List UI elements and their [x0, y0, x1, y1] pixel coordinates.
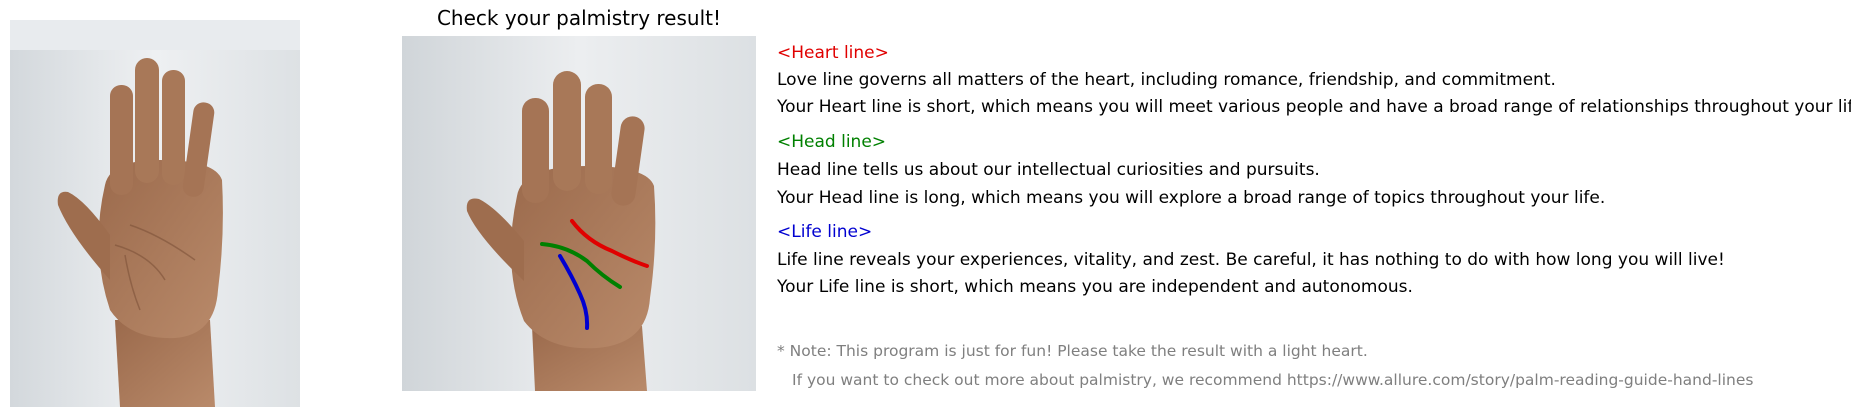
palm-illustration-annotated [402, 36, 756, 391]
fun-disclaimer-note: * Note: This program is just for fun! Pl… [777, 342, 1368, 360]
heart-line-result: Your Heart line is short, which means yo… [777, 97, 1851, 117]
head-line-result: Your Head line is long, which means you … [777, 188, 1606, 208]
palm-photo-annotated [402, 36, 756, 391]
heart-line-heading: <Heart line> [777, 43, 889, 63]
head-line-heading: <Head line> [777, 132, 887, 152]
palm-photo-original [10, 20, 300, 407]
head-line-description: Head line tells us about our intellectua… [777, 160, 1320, 180]
palm-illustration [10, 20, 300, 407]
palmistry-reference-note: If you want to check out more about palm… [792, 371, 1754, 389]
page-title: Check your palmistry result! [436, 6, 722, 30]
life-line-heading: <Life line> [777, 222, 873, 242]
heart-line-description: Love line governs all matters of the hea… [777, 70, 1556, 90]
life-line-description: Life line reveals your experiences, vita… [777, 250, 1725, 270]
life-line-result: Your Life line is short, which means you… [777, 277, 1413, 297]
